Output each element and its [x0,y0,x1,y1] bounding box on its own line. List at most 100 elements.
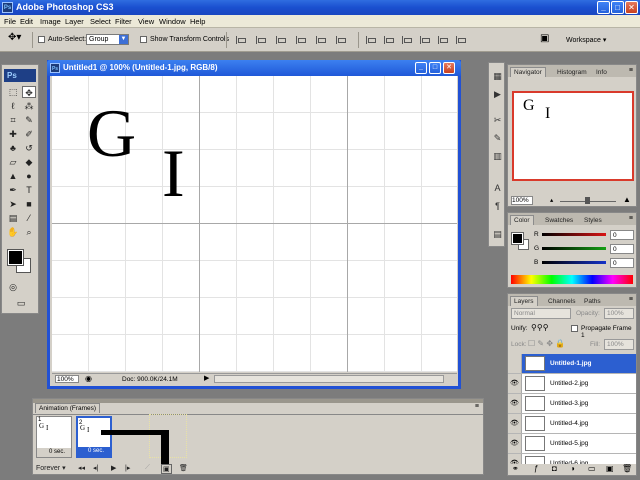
visibility-eye-icon[interactable]: 👁 [508,394,522,413]
tab-histogram[interactable]: Histogram [553,67,591,77]
fill-field[interactable]: 100% [604,339,634,350]
brush-tool-icon[interactable]: ✐ [22,128,36,140]
rectangle-tool-icon[interactable]: ■ [22,198,36,210]
blur-tool-icon[interactable]: ▲ [6,170,20,182]
menu-file[interactable]: File [4,17,16,26]
menu-help[interactable]: Help [190,17,205,26]
visibility-eye-icon[interactable]: 👁 [508,414,522,433]
visibility-eye-icon[interactable]: 👁 [508,454,522,464]
minimize-button[interactable]: _ [597,1,610,14]
zoom-in-icon[interactable]: ▲ [623,195,631,204]
document-title-bar[interactable]: Ps Untitled1 @ 100% (Untitled-1.jpg, RGB… [47,60,461,76]
adjustment-layer-icon[interactable]: ◑ [570,464,575,473]
workspace-button[interactable]: Workspace ▾ [566,36,606,44]
distribute-left-icon[interactable] [420,36,430,44]
character-icon[interactable]: A [492,183,503,194]
move-tool-preset-icon[interactable]: ✥▾ [8,32,21,43]
status-menu-arrow-icon[interactable]: ▶ [204,374,209,382]
notes-tool-icon[interactable]: ▤ [6,212,20,224]
layer-style-icon[interactable]: ƒ [534,464,538,473]
actions-icon[interactable]: ▶ [492,89,503,100]
auto-select-checkbox[interactable] [38,36,45,43]
dodge-tool-icon[interactable]: ● [22,170,36,182]
distribute-vcenter-icon[interactable] [384,36,394,44]
color-fg-swatch[interactable] [511,232,524,245]
first-frame-icon[interactable]: ◂◂ [78,464,85,472]
panel-menu-icon[interactable]: ≡ [475,403,479,410]
quick-mask-icon[interactable]: ◎ [6,281,20,293]
layer-row[interactable]: 👁 Untitled-6.jpg [508,454,636,464]
tab-info[interactable]: Info [592,67,611,77]
move-tool-icon[interactable]: ✥ [22,86,36,98]
loop-options-select[interactable]: Forever ▾ [36,464,66,472]
horizontal-scrollbar[interactable] [214,375,444,383]
pen-tool-icon[interactable]: ✒ [6,184,20,196]
delete-frame-icon[interactable]: 🗑 [179,464,188,472]
layer-comps-icon[interactable]: ▤ [492,229,503,240]
menu-select[interactable]: Select [90,17,111,26]
align-top-icon[interactable] [236,36,246,44]
distribute-bottom-icon[interactable] [402,36,412,44]
layer-row[interactable]: 👁 Untitled-3.jpg [508,394,636,414]
visibility-eye-icon[interactable]: 👁 [508,374,522,393]
propagate-frame-checkbox[interactable] [571,325,578,332]
foreground-color-swatch[interactable] [7,249,24,266]
zoom-out-icon[interactable]: ▴ [550,196,553,204]
show-transform-checkbox[interactable] [140,36,147,43]
panel-menu-icon[interactable]: ≡ [629,215,633,222]
color-spectrum-bar[interactable] [511,275,633,284]
channel-value-field[interactable]: 0 [610,230,634,240]
hand-tool-icon[interactable]: ✋ [6,226,20,238]
zoom-slider-handle[interactable] [585,197,590,204]
lasso-tool-icon[interactable]: ℓ [6,100,20,112]
paint-bucket-tool-icon[interactable]: ◆ [22,156,36,168]
screen-mode-icon[interactable]: ▭ [14,297,28,309]
magic-wand-tool-icon[interactable]: ⁂ [22,100,36,112]
align-right-icon[interactable] [336,36,346,44]
trash-icon[interactable]: 🗑 [622,464,632,473]
channel-value-field[interactable]: 0 [610,258,634,268]
link-layers-icon[interactable]: ⚭ [512,464,519,473]
menu-edit[interactable]: Edit [20,17,33,26]
menu-image[interactable]: Image [40,17,61,26]
layer-row[interactable]: 👁 Untitled-5.jpg [508,434,636,454]
status-info-icon[interactable]: ◉ [85,374,92,383]
photoshop-logo[interactable]: Ps [4,69,36,82]
animation-frame[interactable]: 2 G I 0 sec. [76,416,112,458]
opacity-field[interactable]: 100% [604,308,634,319]
distribute-right-icon[interactable] [456,36,466,44]
tab-styles[interactable]: Styles [580,215,606,225]
zoom-field[interactable]: 100% [55,375,79,383]
align-left-icon[interactable] [296,36,306,44]
bridge-icon[interactable]: ▣ [540,33,549,44]
close-button[interactable]: ✕ [625,1,638,14]
frame-delay[interactable]: 0 sec. [78,447,110,456]
channel-value-field[interactable]: 0 [610,244,634,254]
layer-mask-icon[interactable]: ◘ [552,464,557,473]
eyedropper-sample-tool-icon[interactable]: ⁄ [22,212,36,224]
clone-source-icon[interactable]: ▥ [492,151,503,162]
distribute-hcenter-icon[interactable] [438,36,448,44]
menu-layer[interactable]: Layer [65,17,84,26]
visibility-eye-icon[interactable] [508,354,522,373]
layer-row[interactable]: Untitled-1.jpg [508,354,636,374]
tab-navigator[interactable]: Navigator [510,67,546,77]
doc-close-button[interactable]: ✕ [443,62,455,74]
maximize-button[interactable]: □ [611,1,624,14]
menu-window[interactable]: Window [159,17,186,26]
channel-slider[interactable] [542,233,606,236]
tab-color[interactable]: Color [510,215,534,225]
healing-brush-tool-icon[interactable]: ✚ [6,128,20,140]
path-selection-tool-icon[interactable]: ➤ [6,198,20,210]
auto-select-dropdown[interactable]: Group ▼ [86,34,129,45]
animation-tab[interactable]: Animation (Frames) [35,403,101,413]
tween-icon[interactable]: ⟋ [145,464,150,472]
marquee-tool-icon[interactable]: ⬚ [6,86,20,98]
unify-icons[interactable]: ⚲⚲⚲ [531,323,549,332]
duplicate-frame-icon[interactable]: ▣ [161,464,172,474]
paragraph-icon[interactable]: ¶ [492,201,503,212]
lock-icons[interactable]: ☐ ✎ ✥ 🔒 [528,339,565,348]
eyedropper-tool-icon[interactable]: ✎ [22,114,36,126]
tool-presets-icon[interactable]: ✂ [492,115,503,126]
panel-grip[interactable] [33,399,483,403]
